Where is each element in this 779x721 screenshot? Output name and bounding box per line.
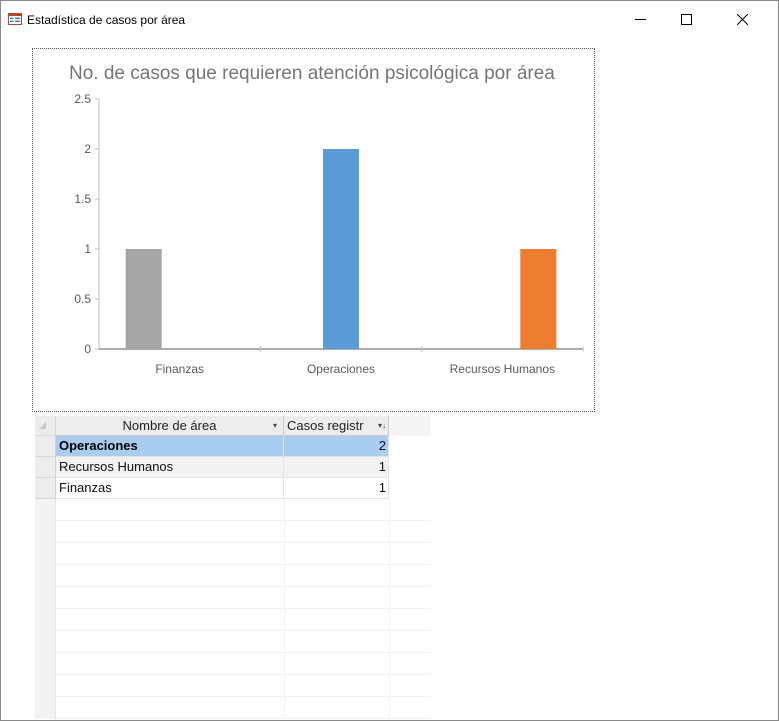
column-header-case-count[interactable]: Casos registr ▾↓ <box>284 416 389 436</box>
y-tick-label: 0 <box>84 342 91 356</box>
row-selector[interactable] <box>35 436 56 457</box>
y-axis: 0 0.5 1 1.5 2 2.5 <box>74 92 100 356</box>
y-tick-label: 1.5 <box>74 192 91 206</box>
empty-row <box>35 587 431 609</box>
x-tick-label: Operaciones <box>307 362 375 376</box>
cell-case-count[interactable]: 2 <box>284 436 389 457</box>
empty-row <box>35 499 431 521</box>
minimize-icon <box>634 18 646 20</box>
x-tick-label: Finanzas <box>155 362 204 376</box>
y-tick-label: 2 <box>84 142 91 156</box>
empty-row <box>35 653 431 675</box>
bar-operaciones <box>323 149 359 349</box>
y-tick-label: 0.5 <box>74 292 91 306</box>
empty-row <box>35 521 431 543</box>
empty-row <box>35 609 431 631</box>
y-tick-label: 1 <box>84 242 91 256</box>
table-row[interactable]: Operaciones 2 <box>35 436 389 457</box>
empty-row <box>35 697 431 719</box>
x-axis: Finanzas Operaciones Recursos Humanos <box>99 346 584 376</box>
window-title: Estadística de casos por área <box>27 13 186 27</box>
select-all-corner[interactable] <box>35 416 56 436</box>
cell-area-name[interactable]: Operaciones <box>56 436 284 457</box>
maximize-icon <box>680 13 692 25</box>
filter-dropdown-icon[interactable]: ▾ <box>273 416 277 435</box>
empty-row <box>35 565 431 587</box>
row-selector[interactable] <box>35 457 56 478</box>
chart-control[interactable]: No. de casos que requieren atención psic… <box>32 48 595 412</box>
close-button[interactable] <box>719 1 765 37</box>
column-header-row: Nombre de área ▾ Casos registr ▾↓ <box>35 416 431 436</box>
datasheet: Nombre de área ▾ Casos registr ▾↓ Operac… <box>35 416 431 720</box>
cell-area-name[interactable]: Recursos Humanos <box>56 457 284 478</box>
empty-row <box>35 675 431 697</box>
bar-finanzas <box>125 249 162 349</box>
table-row[interactable]: Recursos Humanos 1 <box>35 457 389 478</box>
x-tick-label: Recursos Humanos <box>450 362 555 376</box>
cell-case-count[interactable]: 1 <box>284 478 389 499</box>
y-tick-label: 2.5 <box>74 92 91 106</box>
header-filler <box>389 416 431 436</box>
empty-row <box>35 543 431 565</box>
row-selector[interactable] <box>35 478 56 499</box>
cell-case-count[interactable]: 1 <box>284 457 389 478</box>
form-icon <box>8 13 22 25</box>
sort-descending-icon[interactable]: ▾↓ <box>378 416 386 435</box>
table-row[interactable]: Finanzas 1 <box>35 478 389 499</box>
chart-title: No. de casos que requieren atención psic… <box>69 63 555 84</box>
bar-recursos-humanos <box>520 249 557 349</box>
title-bar[interactable]: Estadística de casos por área <box>1 1 778 37</box>
report-window: Estadística de casos por área No. de cas… <box>0 0 779 721</box>
close-icon <box>736 13 748 25</box>
bars <box>125 149 557 349</box>
empty-row <box>35 631 431 653</box>
minimize-button[interactable] <box>617 1 663 37</box>
bar-chart: No. de casos que requieren atención psic… <box>69 63 584 376</box>
column-header-area-name[interactable]: Nombre de área ▾ <box>56 416 284 436</box>
cell-area-name[interactable]: Finanzas <box>56 478 284 499</box>
maximize-button[interactable] <box>663 1 709 37</box>
